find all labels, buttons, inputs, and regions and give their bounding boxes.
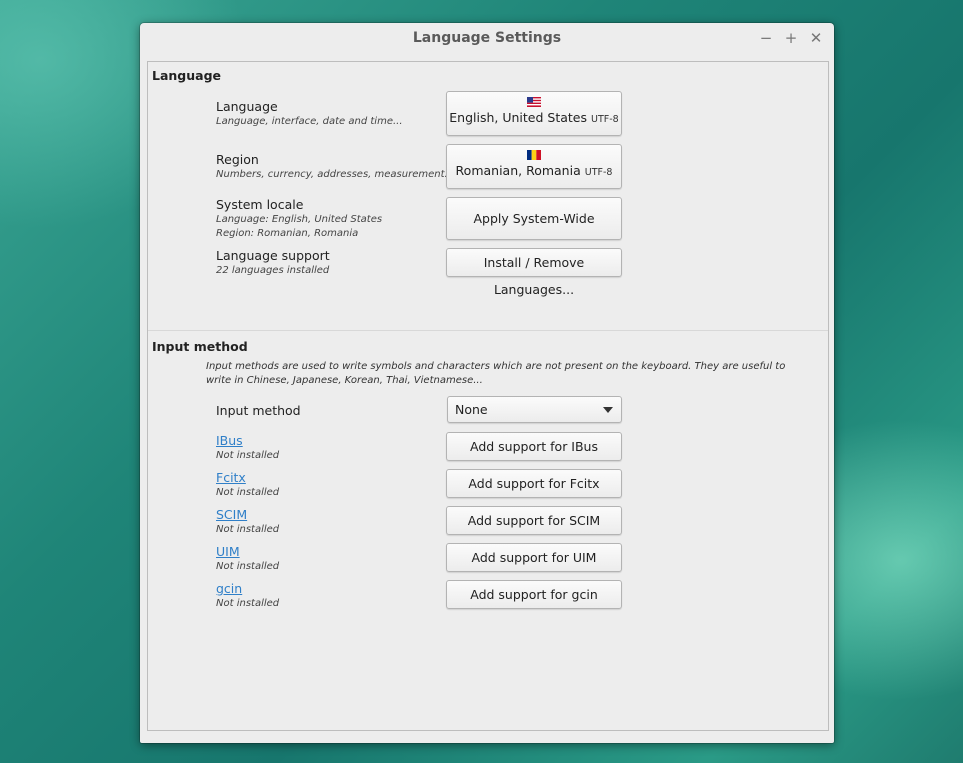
- region-button-encoding: UTF-8: [584, 167, 613, 178]
- minimize-icon[interactable]: −: [755, 27, 777, 49]
- ibus-link[interactable]: IBus: [216, 433, 243, 448]
- gcin-status: Not installed: [216, 598, 280, 609]
- close-icon[interactable]: ✕: [805, 27, 827, 49]
- section-separator: [148, 330, 828, 331]
- add-gcin-button[interactable]: Add support for gcin: [446, 580, 622, 609]
- apply-system-wide-button[interactable]: Apply System-Wide: [446, 197, 622, 240]
- system-locale-language: Language: English, United States: [216, 214, 383, 225]
- system-locale-label: System locale: [216, 197, 304, 212]
- region-label: Region: [216, 152, 259, 167]
- input-method-select[interactable]: None: [447, 396, 622, 423]
- add-scim-button[interactable]: Add support for SCIM: [446, 506, 622, 535]
- gcin-link[interactable]: gcin: [216, 581, 242, 596]
- add-ibus-button[interactable]: Add support for IBus: [446, 432, 622, 461]
- language-button-value: English, United States: [449, 110, 588, 125]
- ibus-status: Not installed: [216, 450, 280, 461]
- language-button-encoding: UTF-8: [591, 114, 619, 125]
- language-button[interactable]: English, United States UTF-8: [446, 91, 622, 136]
- title-bar[interactable]: Language Settings − + ✕: [140, 23, 834, 59]
- input-method-description: Input methods are used to write symbols …: [206, 361, 786, 386]
- language-support-sub: 22 languages installed: [216, 265, 330, 276]
- uim-status: Not installed: [216, 561, 280, 572]
- fcitx-link[interactable]: Fcitx: [216, 470, 246, 485]
- language-support-label: Language support: [216, 248, 330, 263]
- language-sub: Language, interface, date and time...: [216, 116, 403, 127]
- us-flag-icon: [527, 97, 541, 107]
- input-method-label: Input method: [216, 403, 301, 418]
- scim-status: Not installed: [216, 524, 280, 535]
- uim-link[interactable]: UIM: [216, 544, 240, 559]
- settings-panel: Language Language Language, interface, d…: [147, 61, 829, 731]
- input-method-section-title: Input method: [152, 339, 248, 354]
- system-locale-region: Region: Romanian, Romania: [216, 228, 359, 239]
- add-fcitx-button[interactable]: Add support for Fcitx: [446, 469, 622, 498]
- chevron-down-icon: [603, 407, 613, 413]
- install-remove-languages-button[interactable]: Install / Remove Languages...: [446, 248, 622, 297]
- region-sub: Numbers, currency, addresses, measuremen…: [216, 169, 455, 180]
- language-section-title: Language: [152, 68, 222, 83]
- language-label: Language: [216, 99, 278, 114]
- maximize-icon[interactable]: +: [780, 27, 802, 49]
- add-uim-button[interactable]: Add support for UIM: [446, 543, 622, 572]
- romania-flag-icon: [527, 150, 541, 160]
- fcitx-status: Not installed: [216, 487, 280, 498]
- scim-link[interactable]: SCIM: [216, 507, 247, 522]
- window-title: Language Settings: [412, 30, 562, 46]
- region-button[interactable]: Romanian, Romania UTF-8: [446, 144, 622, 189]
- language-settings-window: Language Settings − + ✕ Language Languag…: [140, 23, 834, 743]
- region-button-value: Romanian, Romania: [455, 163, 581, 178]
- input-method-selected: None: [455, 402, 488, 417]
